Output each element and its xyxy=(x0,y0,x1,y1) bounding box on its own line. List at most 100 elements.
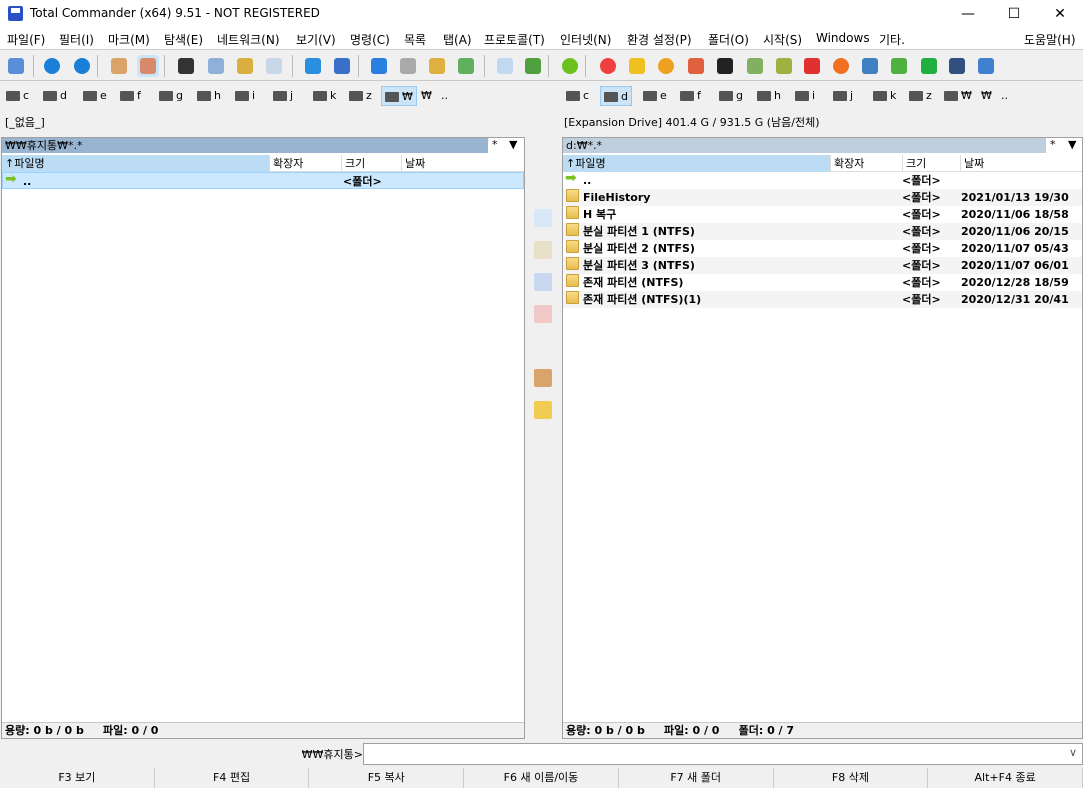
drive-button-root[interactable]: ₩ xyxy=(418,86,435,106)
eye-icon[interactable] xyxy=(685,55,707,77)
move-icon[interactable] xyxy=(534,305,552,323)
info-icon[interactable] xyxy=(368,55,390,77)
drive-button-e[interactable]: e xyxy=(640,86,670,106)
drive-button-j[interactable]: j xyxy=(270,86,296,106)
network-neighborhood-icon[interactable] xyxy=(5,55,27,77)
menu-item[interactable]: 인터넷(N) xyxy=(560,31,611,48)
file-row[interactable]: 분실 파티션 2 (NTFS) <폴더> 2020/11/07 05/43 xyxy=(563,240,1082,257)
fkey-button[interactable]: Alt+F4 종료 xyxy=(928,768,1083,788)
drive-button-k[interactable]: k xyxy=(870,86,899,106)
view-icon[interactable] xyxy=(534,209,552,227)
right-path-header[interactable]: d:₩*.* xyxy=(563,138,1046,153)
drop-icon[interactable] xyxy=(773,55,795,77)
menu-item[interactable]: 폴더(O) xyxy=(708,31,749,48)
menu-item[interactable]: 기타. xyxy=(879,31,905,48)
drive-button-h[interactable]: h xyxy=(194,86,224,106)
fkey-button[interactable]: F4 편집 xyxy=(155,768,310,788)
fkey-button[interactable]: F3 보기 xyxy=(0,768,155,788)
menu-item[interactable]: 명령(C) xyxy=(350,31,390,48)
left-filter-star[interactable]: * xyxy=(492,138,498,151)
column-ext[interactable]: 확장자 xyxy=(831,155,903,172)
drive-button-parent[interactable]: .. xyxy=(438,86,451,106)
file-row[interactable]: 분실 파티션 1 (NTFS) <폴더> 2020/11/06 20/15 xyxy=(563,223,1082,240)
drive-button-root[interactable]: ₩ xyxy=(978,86,995,106)
pack-icon[interactable] xyxy=(108,55,130,77)
notepad-icon[interactable] xyxy=(744,55,766,77)
column-name[interactable]: ↑파일명 xyxy=(563,155,831,172)
menu-item[interactable]: 네트워크(N) xyxy=(217,31,280,48)
select-icon[interactable] xyxy=(175,55,197,77)
close-button[interactable]: ✕ xyxy=(1037,0,1083,28)
column-date[interactable]: 날짜 xyxy=(961,155,1082,172)
utorrent-icon[interactable] xyxy=(888,55,910,77)
drive-button-h[interactable]: h xyxy=(754,86,784,106)
drive-button-c[interactable]: c xyxy=(563,86,592,106)
drive-button-f[interactable]: f xyxy=(117,86,144,106)
drive-button-root[interactable]: ₩ xyxy=(381,86,417,106)
menu-item[interactable]: 목록 xyxy=(404,31,426,48)
column-name[interactable]: ↑파일명 xyxy=(2,155,270,172)
drive-button-i[interactable]: i xyxy=(792,86,818,106)
maximize-button[interactable]: ☐ xyxy=(991,0,1037,28)
multi-rename-icon[interactable] xyxy=(205,55,227,77)
attributes-icon[interactable] xyxy=(263,55,285,77)
drive-button-f[interactable]: f xyxy=(677,86,704,106)
image-icon[interactable] xyxy=(522,55,544,77)
kb-icon[interactable] xyxy=(234,55,256,77)
left-path-header[interactable]: ₩₩휴지통₩*.* xyxy=(2,138,488,153)
right-panel[interactable]: d:₩*.* * ▼ ↑파일명 확장자 크기 날짜 ➡.. <폴더> FileHis… xyxy=(562,137,1083,739)
compare-icon[interactable] xyxy=(455,55,477,77)
menu-item[interactable]: 파일(F) xyxy=(7,31,45,48)
pack-icon[interactable] xyxy=(534,369,552,387)
drive-button-d[interactable]: d xyxy=(40,86,70,106)
drive-button-g[interactable]: g xyxy=(156,86,186,106)
copy-icon[interactable] xyxy=(534,273,552,291)
column-size[interactable]: 크기 xyxy=(342,155,402,172)
menu-item[interactable]: 환경 설정(P) xyxy=(627,31,692,48)
fkey-button[interactable]: F6 새 이름/이동 xyxy=(464,768,619,788)
drive-button-c[interactable]: c xyxy=(3,86,32,106)
new-folder-icon[interactable] xyxy=(534,401,552,419)
sync-icon[interactable] xyxy=(426,55,448,77)
column-size[interactable]: 크기 xyxy=(903,155,961,172)
file-row[interactable]: 존재 파티션 (NTFS)(1) <폴더> 2020/12/31 20/41 xyxy=(563,291,1082,308)
file-row[interactable]: ➡.. <폴더> xyxy=(563,171,1082,189)
drive-button-g[interactable]: g xyxy=(716,86,746,106)
drive-button-e[interactable]: e xyxy=(80,86,110,106)
column-ext[interactable]: 확장자 xyxy=(270,155,342,172)
menu-item[interactable]: 탐색(E) xyxy=(164,31,203,48)
settings-search-icon[interactable] xyxy=(975,55,997,77)
ftp-icon[interactable] xyxy=(331,55,353,77)
green-circle-icon[interactable] xyxy=(559,55,581,77)
drive-button-root[interactable]: ₩ xyxy=(941,86,975,106)
find-icon[interactable] xyxy=(397,55,419,77)
chevron-down-icon[interactable]: ∨ xyxy=(1069,746,1077,759)
launcher-icon[interactable] xyxy=(655,55,677,77)
left-panel[interactable]: ₩₩휴지통₩*.* * ▼ ↑파일명 확장자 크기 날짜 ➡.. <폴더> 용량:… xyxy=(1,137,525,739)
firefox-icon[interactable] xyxy=(830,55,852,77)
command-line-input[interactable]: ∨ xyxy=(363,743,1083,765)
drive-button-j[interactable]: j xyxy=(830,86,856,106)
menu-item[interactable]: 보기(V) xyxy=(296,31,336,48)
minimize-button[interactable]: — xyxy=(945,0,991,28)
fkey-button[interactable]: F7 새 폴더 xyxy=(619,768,774,788)
menu-item[interactable]: 도움말(H) xyxy=(1024,31,1076,48)
menu-item[interactable]: 탭(A) xyxy=(443,31,472,48)
menu-item[interactable]: 마크(M) xyxy=(108,31,150,48)
right-filter-star[interactable]: * xyxy=(1050,138,1056,151)
pdf-icon[interactable] xyxy=(714,55,736,77)
player-icon[interactable] xyxy=(626,55,648,77)
file-row[interactable]: H 복구 <폴더> 2020/11/06 18/58 xyxy=(563,206,1082,223)
drive-button-parent[interactable]: .. xyxy=(998,86,1011,106)
drive-button-d[interactable]: d xyxy=(600,86,632,106)
64-icon[interactable] xyxy=(918,55,940,77)
file-row[interactable]: FileHistory <폴더> 2021/01/13 19/30 xyxy=(563,189,1082,206)
quick-view-icon[interactable] xyxy=(494,55,516,77)
menu-item[interactable]: Windows xyxy=(816,31,870,45)
right-history-dropdown-icon[interactable]: ▼ xyxy=(1068,138,1076,151)
paint-icon[interactable] xyxy=(801,55,823,77)
file-row[interactable]: ➡.. <폴더> xyxy=(2,172,524,189)
menu-item[interactable]: 시작(S) xyxy=(763,31,802,48)
left-history-dropdown-icon[interactable]: ▼ xyxy=(509,138,517,151)
drive-button-k[interactable]: k xyxy=(310,86,339,106)
